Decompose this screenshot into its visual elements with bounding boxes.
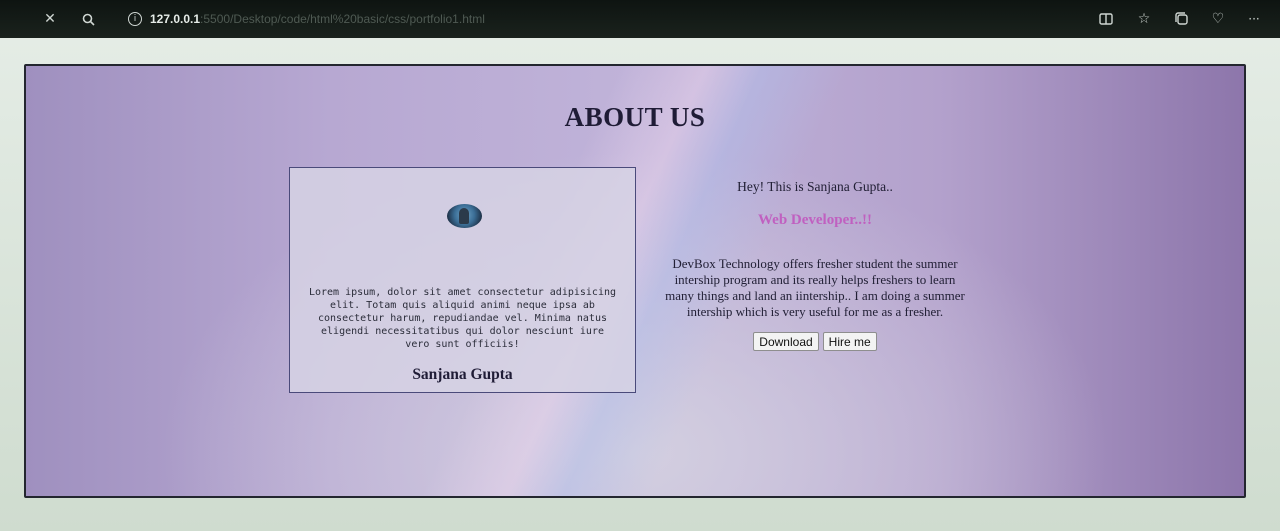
url-host: 127.0.0.1 xyxy=(150,12,201,26)
card-name: Sanjana Gupta xyxy=(412,366,513,383)
download-button[interactable]: Download xyxy=(753,332,819,351)
favorites-icon[interactable]: ☆ xyxy=(1134,9,1154,29)
collections-icon[interactable] xyxy=(1172,9,1192,29)
info-icon[interactable]: i xyxy=(128,12,142,26)
card-description: Lorem ipsum, dolor sit amet consectetur … xyxy=(308,287,617,350)
action-buttons: Download Hire me xyxy=(654,332,976,351)
reader-mode-icon[interactable] xyxy=(1096,9,1116,29)
search-icon[interactable] xyxy=(78,9,98,29)
address-bar[interactable]: i 127.0.0.1:5500/Desktop/code/html%20bas… xyxy=(128,9,485,29)
greeting-text: Hey! This is Sanjana Gupta.. xyxy=(737,179,893,194)
heart-icon[interactable]: ♡ xyxy=(1208,9,1228,29)
profile-card: Lorem ipsum, dolor sit amet consectetur … xyxy=(289,167,636,393)
close-icon[interactable]: ✕ xyxy=(40,9,60,29)
page-title: ABOUT US xyxy=(564,102,706,132)
avatar xyxy=(447,204,482,228)
more-icon[interactable]: ··· xyxy=(1244,9,1264,29)
url-path: :5500/Desktop/code/html%20basic/css/port… xyxy=(200,12,485,26)
hire-me-button[interactable]: Hire me xyxy=(822,332,877,351)
role-title: Web Developer..!! xyxy=(757,212,872,228)
intro-description: DevBox Technology offers fresher student… xyxy=(665,256,965,319)
intro-panel: Hey! This is Sanjana Gupta.. Web Develop… xyxy=(654,179,976,351)
browser-toolbar: ✕ i 127.0.0.1:5500/Desktop/code/html%20b… xyxy=(0,0,1280,38)
about-section: ABOUT US Lorem ipsum, dolor sit amet con… xyxy=(24,64,1246,498)
